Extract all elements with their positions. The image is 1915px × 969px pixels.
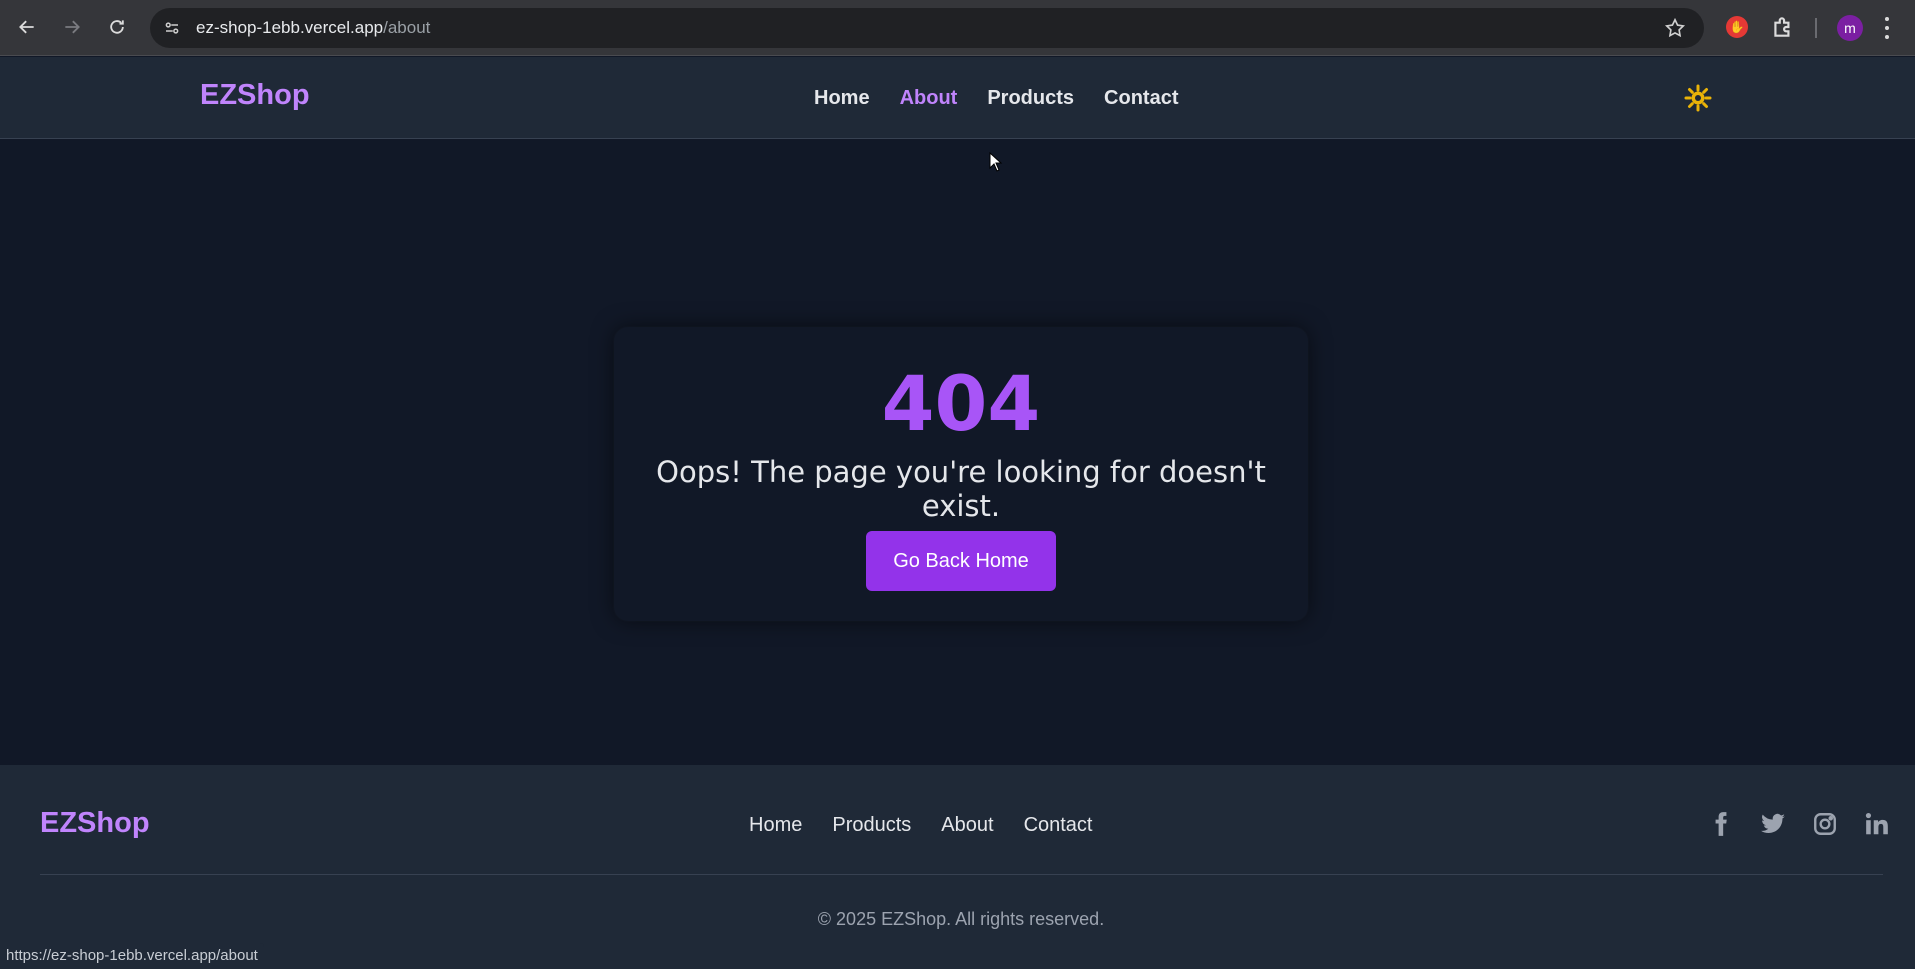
brand-logo[interactable]: EZShop	[200, 79, 310, 112]
linkedin-icon[interactable]	[1863, 810, 1891, 838]
footer-links: Home Products About Contact	[749, 814, 1093, 837]
footer-brand[interactable]: EZShop	[40, 807, 150, 840]
nav-links: Home About Products Contact	[814, 87, 1178, 110]
social-links	[1707, 810, 1891, 838]
status-bar-url: https://ez-shop-1ebb.vercel.app/about	[0, 943, 264, 969]
site-navbar: EZShop Home About Products Contact	[0, 57, 1915, 139]
footer-link-products[interactable]: Products	[832, 814, 911, 837]
url-host: ez-shop-1ebb.vercel.app	[196, 18, 384, 37]
footer-divider	[40, 874, 1883, 875]
footer-link-home[interactable]: Home	[749, 814, 802, 837]
extension-hand-icon[interactable]: ✋	[1726, 16, 1748, 38]
toolbar-divider	[1815, 18, 1817, 38]
site-footer: EZShop Home Products About Contact © 202…	[0, 765, 1915, 969]
back-icon[interactable]	[10, 10, 44, 44]
reload-icon[interactable]	[100, 10, 134, 44]
error-code: 404	[881, 359, 1041, 448]
twitter-icon[interactable]	[1759, 810, 1787, 838]
sun-icon[interactable]	[1684, 84, 1712, 112]
bookmark-star-icon[interactable]	[1664, 17, 1686, 39]
footer-link-about[interactable]: About	[941, 814, 993, 837]
instagram-icon[interactable]	[1811, 810, 1839, 838]
nav-link-products[interactable]: Products	[987, 87, 1074, 110]
mouse-cursor	[989, 152, 1003, 172]
nav-link-about[interactable]: About	[900, 87, 958, 110]
address-bar[interactable]: ez-shop-1ebb.vercel.app/about	[150, 8, 1704, 48]
go-back-home-button[interactable]: Go Back Home	[866, 531, 1056, 591]
nav-link-home[interactable]: Home	[814, 87, 870, 110]
nav-link-contact[interactable]: Contact	[1104, 87, 1178, 110]
browser-menu-icon[interactable]	[1880, 14, 1894, 42]
extensions-puzzle-icon[interactable]	[1770, 14, 1796, 40]
facebook-icon[interactable]	[1707, 810, 1735, 838]
address-url[interactable]: ez-shop-1ebb.vercel.app/about	[196, 18, 430, 38]
site-settings-icon[interactable]	[160, 16, 184, 40]
error-card: 404 Oops! The page you're looking for do…	[614, 327, 1308, 621]
browser-toolbar: ez-shop-1ebb.vercel.app/about ✋ m	[0, 0, 1915, 56]
profile-avatar[interactable]: m	[1837, 15, 1863, 41]
copyright-text: © 2025 EZShop. All rights reserved.	[817, 909, 1105, 929]
url-path: /about	[383, 18, 431, 37]
forward-icon[interactable]	[55, 10, 89, 44]
error-message: Oops! The page you're looking for doesn'…	[656, 455, 1266, 523]
footer-link-contact[interactable]: Contact	[1024, 814, 1093, 837]
